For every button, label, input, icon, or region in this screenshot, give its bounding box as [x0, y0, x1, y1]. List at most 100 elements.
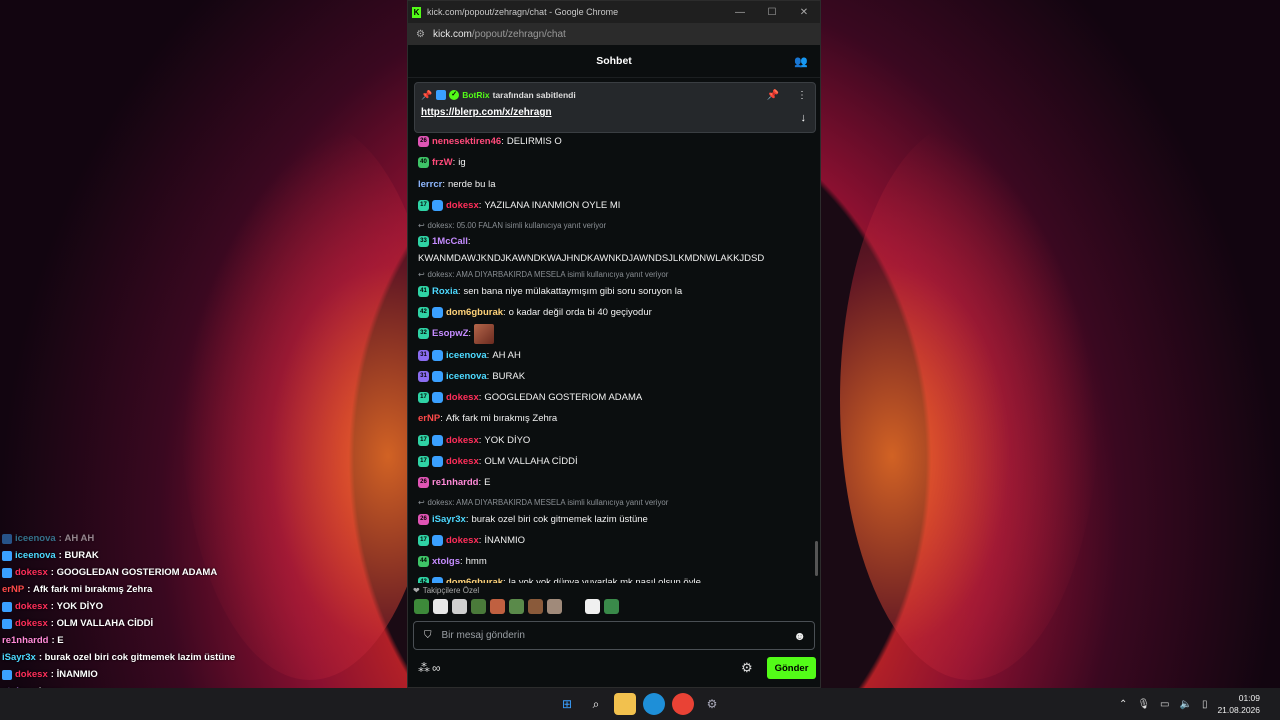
emote-icon[interactable]: [528, 599, 543, 614]
overlay-text: burak ozel biri cok gitmemek lazim üstün…: [44, 652, 236, 663]
unpin-icon[interactable]: 📌: [767, 90, 779, 101]
username[interactable]: frzW: [432, 157, 453, 168]
username[interactable]: iceenova: [446, 371, 487, 382]
tier-badge-icon: [2, 618, 12, 629]
username[interactable]: dokesx: [446, 200, 479, 211]
overlay-username: dokesx: [15, 669, 48, 680]
message-text: o kadar değil orda bi 40 geçiyodur: [508, 306, 652, 318]
tier-badge-icon: [2, 567, 12, 578]
emote-icon[interactable]: [471, 599, 486, 614]
emote-icon[interactable]: [490, 599, 505, 614]
clock-date: 21.08.2026: [1217, 705, 1260, 715]
chat-message: 40 frzW: ig: [418, 152, 820, 173]
expand-down-icon[interactable]: ↓: [801, 112, 807, 124]
overlay-chat-line: iceenova: AH AH: [2, 530, 402, 547]
username[interactable]: dokesx: [446, 392, 479, 403]
chat-message: 32 EsopwZ:: [418, 323, 820, 344]
tier-badge-icon: [432, 349, 443, 361]
username[interactable]: dom6gburak: [446, 307, 503, 318]
overlay-text: YOK DİYO: [56, 601, 104, 612]
overlay-text: İNANMIO: [56, 669, 98, 680]
gear-icon[interactable]: ⚙: [741, 660, 753, 676]
emote-icon[interactable]: [585, 599, 600, 614]
emote-icon[interactable]: [474, 323, 495, 344]
more-options-icon[interactable]: ⋮: [797, 90, 807, 101]
username[interactable]: dokesx: [446, 435, 479, 446]
subscriber-badge-icon: 26: [418, 513, 429, 525]
start-menu-icon[interactable]: ⊞: [556, 693, 578, 715]
tier-badge-icon: [2, 601, 12, 612]
subscriber-badge-icon: 42: [418, 306, 429, 318]
chat-message: 31 iceenova: AH AH: [418, 344, 820, 365]
username[interactable]: iceenova: [446, 350, 487, 361]
username[interactable]: dokesx: [446, 456, 479, 467]
message-text: DELIRMIS O: [506, 136, 562, 148]
username[interactable]: xtolgs: [432, 556, 460, 567]
username[interactable]: Roxia: [432, 286, 458, 297]
edge-icon[interactable]: [643, 693, 665, 715]
site-settings-icon[interactable]: ⚙: [416, 29, 425, 40]
pinned-user[interactable]: BotRix: [462, 90, 489, 100]
emote-icon[interactable]: [433, 599, 448, 614]
chrome-icon[interactable]: [672, 693, 694, 715]
subscriber-badge-icon: 26: [418, 477, 429, 489]
username[interactable]: EsopwZ: [432, 328, 468, 339]
subscriber-badge-icon: 17: [418, 392, 429, 404]
chat-header: Sohbet 👥: [408, 45, 820, 78]
maximize-button[interactable]: ☐: [756, 7, 788, 18]
kick-points-icon[interactable]: ⁂ ∞: [418, 661, 441, 675]
shield-icon: ⛉: [424, 630, 432, 641]
clock[interactable]: 01:09 21.08.2026: [1217, 692, 1260, 716]
pinned-link[interactable]: https://blerp.com/x/zehragn: [415, 107, 815, 118]
message-text: sen bana niye mülakattaymışım gibi soru …: [463, 285, 683, 297]
chat-message: 17 dokesx: GOOGLEDAN GOSTERIOM ADAMA: [418, 387, 820, 408]
chrome-popup-window: K kick.com/popout/zehragn/chat - Google …: [407, 0, 821, 688]
username[interactable]: iSayr3x: [432, 514, 466, 525]
overlay-text: E: [57, 635, 64, 646]
overlay-username: iSayr3x: [2, 652, 36, 663]
wallpaper-glow-right: [840, 120, 1100, 680]
username[interactable]: dom6gburak: [446, 577, 503, 583]
emote-icon[interactable]: [604, 599, 619, 614]
emote-icon[interactable]: [566, 599, 581, 614]
emote-icon[interactable]: [452, 599, 467, 614]
send-button[interactable]: Gönder: [767, 657, 816, 679]
tier-badge-icon: [432, 534, 443, 546]
username[interactable]: 1McCall: [432, 236, 468, 247]
close-button[interactable]: ✕: [788, 7, 820, 18]
username[interactable]: dokesx: [446, 535, 479, 546]
minimize-button[interactable]: —: [724, 7, 756, 18]
chevron-up-icon[interactable]: ⌃: [1119, 699, 1127, 710]
username[interactable]: erNP: [418, 413, 440, 424]
emote-icon[interactable]: [414, 599, 429, 614]
network-icon[interactable]: ▭: [1160, 699, 1169, 710]
clock-time: 01:09: [1238, 693, 1260, 703]
message-text: E: [484, 477, 491, 489]
message-text: Afk fark mi bırakmış Zehra: [445, 413, 558, 425]
message-input-box[interactable]: ⛉ ☻: [413, 621, 815, 650]
search-icon[interactable]: ⌕: [585, 693, 607, 715]
users-icon[interactable]: 👥: [794, 55, 808, 68]
chat-messages[interactable]: 26 nenesektiren46: DELIRMIS O 40 frzW: ig lerr…: [408, 131, 820, 583]
tier-badge-icon: [432, 456, 443, 467]
emoji-icon[interactable]: ☻: [793, 629, 806, 643]
overlay-text: BURAK: [64, 550, 99, 561]
pinned-by-text: tarafından sabitlendi: [492, 90, 576, 100]
battery-icon[interactable]: ▯: [1202, 699, 1208, 710]
username[interactable]: nenesektiren46: [432, 136, 501, 147]
username[interactable]: re1nhardd: [432, 477, 478, 488]
subscriber-badge-icon: 17: [418, 434, 429, 446]
username[interactable]: lerrcr: [418, 179, 442, 190]
microphone-icon[interactable]: 🎙: [1137, 699, 1150, 710]
address-bar[interactable]: ⚙ kick.com/popout/zehragn/chat: [408, 23, 820, 45]
scrollbar[interactable]: [815, 541, 818, 576]
message-text: KWANMDAWJKNDJKAWNDKWAJHNDKAWNKDJAWNDSJLK…: [418, 253, 765, 265]
url-path: /popout/zehragn/chat: [471, 28, 566, 40]
message-text: OLM VALLAHA CİDDİ: [484, 456, 578, 467]
file-explorer-icon[interactable]: [614, 693, 636, 715]
message-input[interactable]: [441, 630, 794, 641]
emote-icon[interactable]: [547, 599, 562, 614]
settings-icon[interactable]: ⚙: [701, 693, 723, 715]
emote-icon[interactable]: [509, 599, 524, 614]
volume-icon[interactable]: 🔈: [1179, 699, 1191, 710]
